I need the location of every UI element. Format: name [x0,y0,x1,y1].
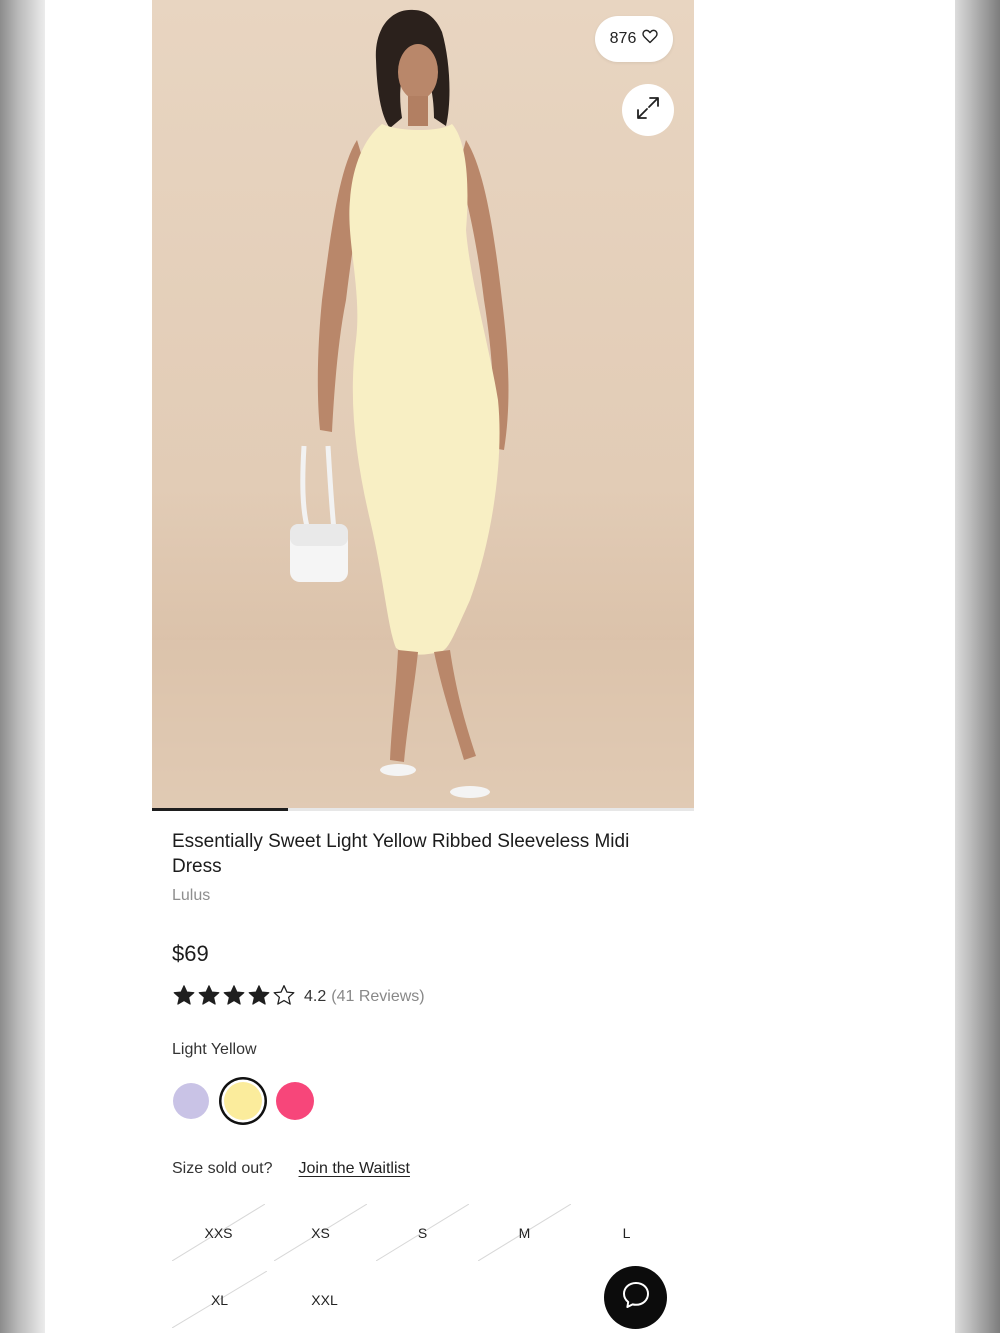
expand-icon [635,95,661,126]
left-backdrop [0,0,45,1333]
heart-icon [642,29,659,49]
star-icon [172,984,196,1011]
product-price: $69 [172,941,209,966]
image-carousel-progress [152,808,694,811]
size-label: XL [210,1291,229,1308]
size-label: S [417,1224,428,1241]
rating-value: 4.2 [304,988,327,1005]
join-waitlist-link[interactable]: Join the Waitlist [299,1160,410,1178]
expand-image-button[interactable] [622,84,674,136]
size-soldout-question: Size sold out? [172,1160,273,1177]
size-option-l[interactable]: L [579,1204,674,1262]
size-label: L [622,1225,631,1241]
rating-summary[interactable]: 4.2 (41 Reviews) [172,984,425,1010]
selected-color-label: Light Yellow [172,1041,257,1058]
product-title: Essentially Sweet Light Yellow Ribbed Sl… [172,831,630,877]
star-rating [172,984,296,1011]
color-swatch-light-yellow[interactable] [224,1082,262,1120]
size-option-xl[interactable]: XL [172,1271,267,1328]
star-icon [222,984,246,1011]
size-option-m[interactable]: M [478,1204,571,1261]
carousel-progress-fill [152,808,288,811]
like-count: 876 [609,30,637,47]
like-button[interactable]: 876 [595,16,673,62]
star-icon [272,984,296,1011]
product-image[interactable] [152,0,694,808]
model-illustration [152,9,694,808]
size-label: XXS [204,1224,233,1241]
size-option-xs[interactable]: XS [274,1204,367,1261]
size-label: XXL [311,1292,338,1308]
size-option-xxs[interactable]: XXS [172,1204,265,1261]
size-label: M [518,1224,531,1241]
size-soldout-row: Size sold out? Join the Waitlist [172,1160,410,1178]
right-backdrop [955,0,1000,1333]
star-icon [247,984,271,1011]
chat-button[interactable] [604,1266,667,1329]
size-label: XS [311,1224,330,1241]
color-swatch-lavender[interactable] [173,1083,209,1119]
size-option-xxl[interactable]: XXL [276,1270,373,1330]
color-swatch-pink[interactable] [276,1082,314,1120]
product-brand[interactable]: Lulus [172,887,210,905]
color-swatches [172,1082,314,1120]
chat-bubble-icon [620,1279,652,1316]
reviews-count[interactable]: (41 Reviews) [331,988,424,1006]
size-option-s[interactable]: S [376,1204,469,1261]
star-icon [197,984,221,1011]
